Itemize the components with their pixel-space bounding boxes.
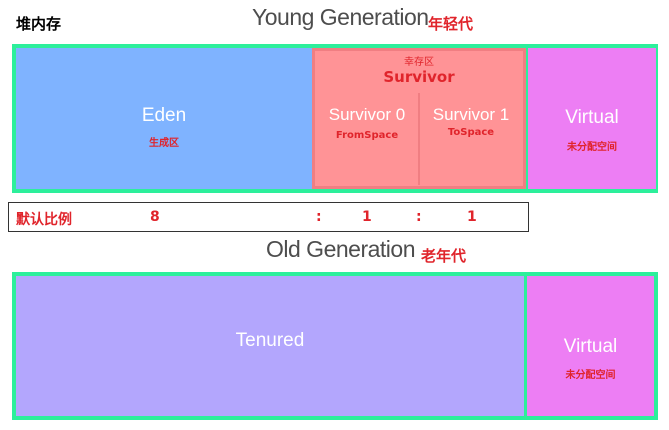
heap-memory-label: 堆内存 [16,15,62,33]
survivor-1-region: Survivor 1 ToSpace [420,93,522,185]
ratio-survivor-0-value: 1 [362,209,372,225]
young-generation-cn: 年轻代 [428,15,474,33]
old-generation-title: Old Generation [266,236,415,262]
survivor-0-region: Survivor 0 FromSpace [316,93,420,185]
young-generation-title: Young Generation [252,4,429,30]
survivor-0-title: Survivor 0 [328,105,406,124]
old-virtual-subtitle: 未分配空间 [565,370,616,381]
default-ratio-label: 默认比例 [16,212,72,228]
tenured-title: Tenured [235,330,305,351]
young-virtual-region: Virtual 未分配空间 [526,48,656,189]
tenured-region: Tenured [16,276,524,416]
ratio-eden-value: 8 [150,209,160,225]
survivor-title: Survivor [383,68,455,86]
young-virtual-subtitle: 未分配空间 [567,142,617,153]
ratio-separator-2: : [416,209,422,225]
eden-region: Eden 生成区 [16,48,312,189]
eden-title: Eden [141,105,187,126]
ratio-survivor-1-value: 1 [467,209,477,225]
young-virtual-title: Virtual [565,107,619,128]
old-generation-cn: 老年代 [421,247,467,265]
survivor-1-subtitle: ToSpace [447,127,495,138]
survivor-region: 幸存区 Survivor Survivor 0 FromSpace Surviv… [312,48,526,189]
eden-subtitle: 生成区 [149,138,179,149]
ratio-separator-1: : [316,209,322,225]
survivor-0-subtitle: FromSpace [335,130,399,141]
old-virtual-region: Virtual 未分配空间 [524,276,654,416]
default-ratio-box [8,202,529,232]
survivor-cn-label: 幸存区 [404,57,434,68]
survivor-1-title: Survivor 1 [432,105,510,124]
old-virtual-title: Virtual [563,336,618,357]
